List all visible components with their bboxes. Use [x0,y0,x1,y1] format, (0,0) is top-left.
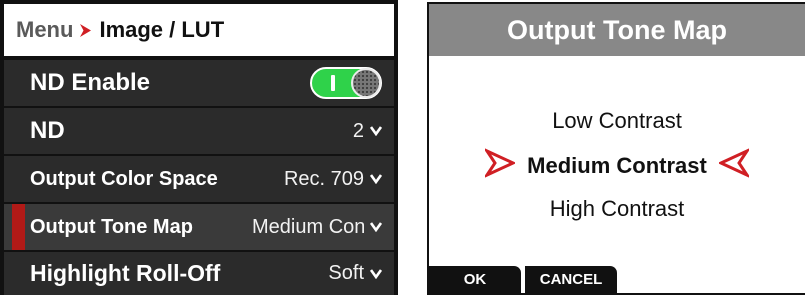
selection-marker [12,204,25,250]
row-value: Soft [328,262,364,284]
row-value: 2 [352,119,364,142]
cancel-button[interactable]: CANCEL [525,266,617,293]
image-lut-menu-panel: Menu Image / LUT ND Enable ND 2 Output C… [0,0,398,295]
option-medium-contrast[interactable]: Medium Contrast [429,147,805,184]
chevron-down-icon [370,268,382,279]
chevron-down-icon [370,126,382,136]
chevron-down-icon [370,222,382,232]
menu-row-nd[interactable]: ND 2 [4,108,394,154]
menu-row-highlight-roll-off[interactable]: Highlight Roll-Off Soft [4,252,394,295]
row-label: Highlight Roll-Off [30,260,221,286]
output-tone-map-dropdown[interactable]: Medium Contrast [252,216,382,239]
breadcrumb: Menu Image / LUT [4,4,394,58]
row-label: ND [30,117,65,144]
nd-value-dropdown[interactable]: 2 [353,120,382,143]
menu-row-output-tone-map[interactable]: Output Tone Map Medium Contrast [4,204,394,250]
breadcrumb-menu[interactable]: Menu [16,17,73,43]
breadcrumb-current: Image / LUT [99,17,225,42]
output-tone-map-dialog: Output Tone Map Low Contrast Medium Cont… [427,2,805,295]
toggle-on-indicator-icon [331,75,335,91]
highlight-roll-off-dropdown[interactable]: Soft [328,262,382,285]
row-label: Output Tone Map [30,215,193,238]
row-value: Rec. 709 [283,167,364,190]
output-color-space-dropdown[interactable]: Rec. 709 [284,168,382,191]
selection-arrow-right-icon [717,147,752,184]
menu-row-output-color-space[interactable]: Output Color Space Rec. 709 [4,156,394,202]
row-label: ND Enable [30,69,151,96]
selection-arrow-left-icon [482,147,517,184]
menu-row-nd-enable[interactable]: ND Enable [4,60,394,106]
row-label: Output Color Space [30,167,218,190]
toggle-knob-icon [351,68,381,98]
dialog-title: Output Tone Map [429,4,805,56]
ok-button[interactable]: OK [429,266,521,293]
option-low-contrast[interactable]: Low Contrast [429,107,805,134]
row-value: Medium Contrast [252,215,364,238]
chevron-down-icon [370,174,382,184]
breadcrumb-arrow-icon [79,23,92,38]
option-high-contrast[interactable]: High Contrast [429,195,805,222]
nd-enable-toggle[interactable] [310,67,382,99]
